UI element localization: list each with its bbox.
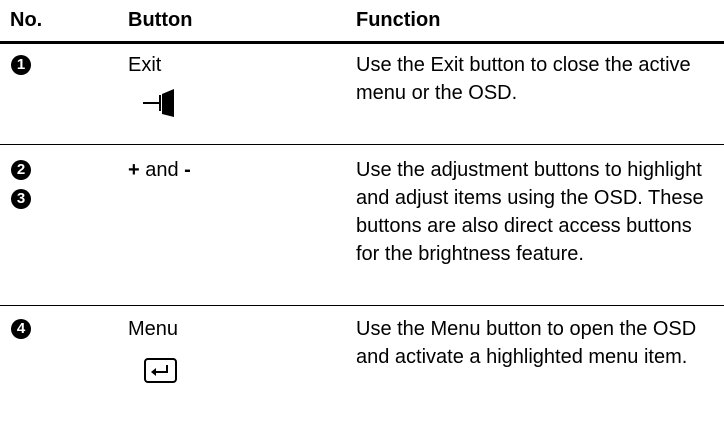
minus-label: - [184, 159, 191, 181]
header-rule [0, 41, 724, 44]
header-button: Button [128, 9, 193, 31]
row-divider [0, 144, 724, 145]
function-adjust: Use the adjustment buttons to highlight … [356, 159, 704, 265]
and-label: and [139, 159, 185, 181]
row-divider [0, 305, 724, 306]
header-function: Function [356, 9, 441, 31]
function-exit: Use the Exit button to close the active … [356, 54, 691, 104]
button-name-adjust: + and - [128, 156, 191, 184]
plus-label: + [128, 159, 140, 181]
function-menu: Use the Menu button to open the OSD and … [356, 318, 697, 368]
button-name-menu: Menu [128, 318, 179, 340]
enter-key-icon [144, 358, 177, 383]
row-number-badge: 1 [11, 55, 31, 75]
exit-door-icon [143, 89, 174, 117]
button-function-table: No. Button Function 1 Exit Use the Exit … [0, 0, 724, 438]
row-number-badge: 3 [11, 189, 31, 209]
header-no: No. [10, 9, 43, 31]
button-name-exit: Exit [128, 54, 162, 76]
row-number-badge: 4 [11, 319, 31, 339]
row-number-badge: 2 [11, 160, 31, 180]
